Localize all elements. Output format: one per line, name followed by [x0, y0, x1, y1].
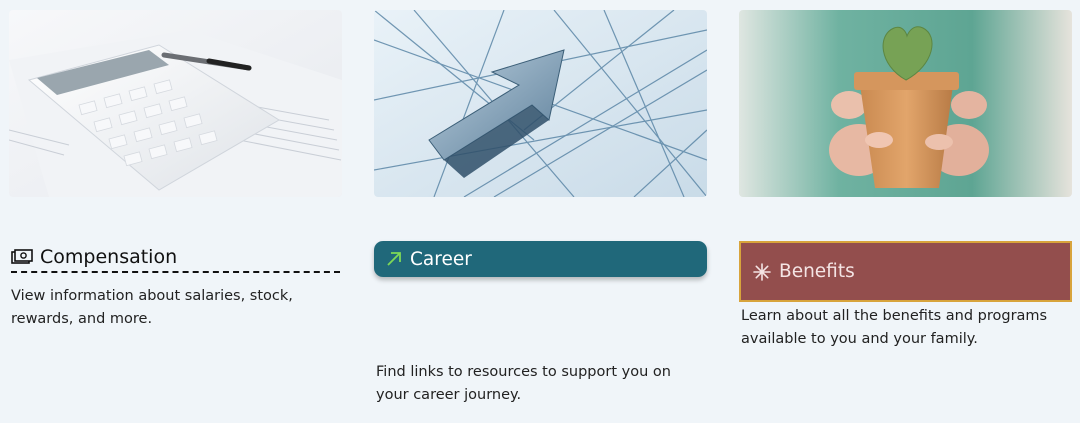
compensation-image — [9, 10, 342, 197]
compensation-link[interactable]: Compensation — [11, 243, 340, 273]
benefits-description: Learn about all the benefits and program… — [741, 308, 1048, 347]
asterisk-icon — [753, 262, 771, 281]
career-button[interactable]: Career — [374, 241, 707, 277]
career-image — [374, 10, 707, 197]
money-icon — [11, 249, 33, 265]
benefits-title: Benefits — [779, 261, 855, 282]
career-description: Find links to resources to support you o… — [376, 364, 671, 403]
compensation-title: Compensation — [40, 246, 178, 268]
career-title: Career — [410, 248, 472, 270]
compensation-description: View information about salaries, stock, … — [11, 288, 293, 327]
benefits-image — [739, 10, 1072, 197]
benefits-button[interactable]: Benefits — [739, 241, 1072, 302]
arrow-up-right-icon — [386, 251, 402, 267]
